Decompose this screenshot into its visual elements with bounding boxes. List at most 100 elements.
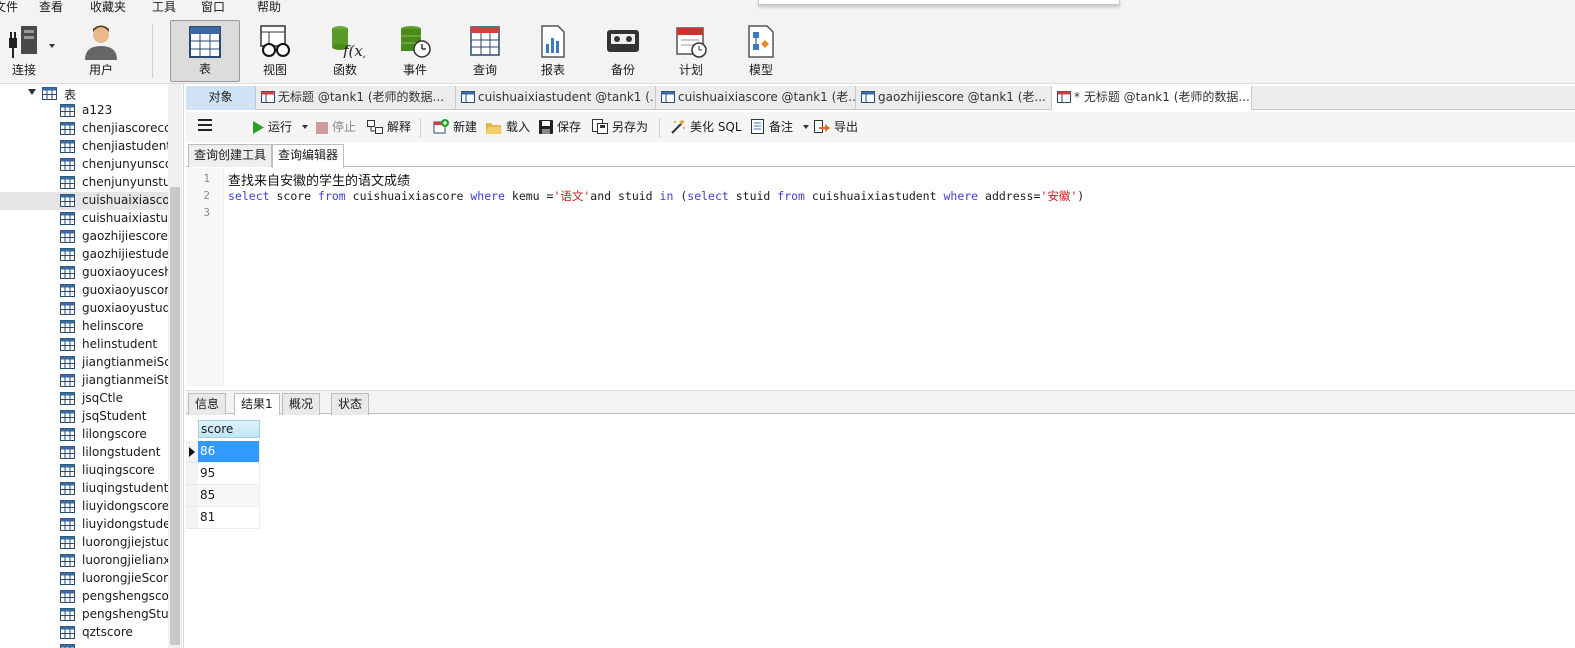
load-button[interactable]: 载入	[486, 119, 530, 137]
tab-untitled-1-label: 无标题 @tank1 (老师的数据...	[278, 90, 445, 104]
result-cell[interactable]: 95	[198, 463, 260, 485]
tree-item-table[interactable]: chenjunyunscor	[60, 156, 168, 174]
connect-button[interactable]: 连接	[0, 20, 62, 82]
row-indicator[interactable]	[186, 507, 198, 529]
tree-item-table[interactable]: liuqingscore	[60, 462, 168, 480]
tree-item-table[interactable]: lilongscore	[60, 426, 168, 444]
result-cell[interactable]: 85	[198, 485, 260, 507]
tree-item-table[interactable]: chenjiastudentc	[60, 138, 168, 156]
tree-item-table[interactable]: guoxiaoyustud	[60, 300, 168, 318]
table-icon	[60, 446, 75, 459]
menu-view[interactable]: 查看	[39, 0, 63, 15]
sql-keyword: where	[470, 189, 505, 203]
backup-button[interactable]: 备份	[588, 20, 658, 82]
tree-item-table[interactable]: luorongjielianx	[60, 552, 168, 570]
tree-item-table[interactable]: guoxiaoyuscor	[60, 282, 168, 300]
tree-item-table[interactable]: guoxiaoyucesh	[60, 264, 168, 282]
load-label: 载入	[506, 120, 531, 134]
tree-item-table[interactable]: lilongstudent	[60, 444, 168, 462]
tree-scrollbar[interactable]	[168, 84, 182, 648]
comment-dropdown-icon[interactable]	[802, 125, 809, 129]
tab-untitled-current[interactable]: * 无标题 @tank1 (老师的数据...	[1052, 86, 1252, 110]
tree-item-table[interactable]: jiangtianmeiSco	[60, 354, 168, 372]
schedule-button[interactable]: 计划	[656, 20, 726, 82]
tree-item-table[interactable]: chenjunyunstuc	[60, 174, 168, 192]
sql-editor[interactable]: 1 2 3 查找来自安徽的学生的语文成绩 select score from c…	[186, 168, 1575, 386]
tab-cuishuaixiascore[interactable]: cuishuaixiascore @tank1 (老...	[656, 86, 856, 110]
tree-item-table[interactable]: a123	[60, 102, 168, 120]
save-as-button[interactable]: 另存为	[592, 119, 648, 137]
tab-query-editor[interactable]: 查询编辑器	[272, 144, 345, 168]
tree-item-table[interactable]: cuishuaixiascor	[60, 192, 168, 210]
run-dropdown-icon[interactable]	[301, 125, 308, 129]
column-header-score[interactable]: score	[198, 420, 260, 438]
menu-file[interactable]: 文件	[0, 0, 18, 15]
menu-hamburger-button[interactable]	[198, 118, 214, 136]
row-indicator[interactable]	[186, 485, 198, 507]
menu-tools[interactable]: 工具	[152, 0, 176, 15]
tree-item-table[interactable]: ...	[60, 642, 168, 648]
menu-help[interactable]: 帮助	[257, 0, 281, 15]
row-indicator[interactable]	[186, 441, 198, 463]
tree-item-table[interactable]: gaozhijiestude	[60, 246, 168, 264]
event-label: 事件	[402, 63, 427, 77]
run-button[interactable]: 运行	[252, 119, 308, 137]
tree-item-table[interactable]: cuishuaixiastud	[60, 210, 168, 228]
result-cell[interactable]: 81	[198, 507, 260, 529]
save-button[interactable]: 保存	[539, 119, 581, 137]
row-indicator[interactable]	[186, 463, 198, 485]
explain-button[interactable]: 解释	[367, 119, 411, 137]
tree-item-table[interactable]: liuqingstudent	[60, 480, 168, 498]
tab-result1[interactable]: 结果1	[234, 393, 280, 416]
tree-item-table[interactable]: gaozhijiescore	[60, 228, 168, 246]
menu-favorites[interactable]: 收藏夹	[90, 0, 126, 15]
backup-tape-icon	[607, 30, 639, 52]
beautify-sql-button[interactable]: 美化 SQL	[670, 119, 742, 137]
tree-item-label: liuqingstudent	[82, 481, 168, 495]
table-icon	[60, 626, 75, 639]
tree-item-table[interactable]: jsqStudent	[60, 408, 168, 426]
tree-item-label: helinscore	[82, 319, 144, 333]
tab-untitled-1[interactable]: 无标题 @tank1 (老师的数据...	[256, 86, 456, 110]
menu-window[interactable]: 窗口	[201, 0, 225, 15]
tree-item-table[interactable]: pengshengStuc	[60, 606, 168, 624]
user-button[interactable]: 用户	[66, 20, 136, 82]
tree-scrollbar-thumb[interactable]	[170, 187, 180, 645]
table-icon	[60, 230, 75, 243]
tree-item-table[interactable]: liuyidongstude	[60, 516, 168, 534]
connect-label: 连接	[11, 63, 36, 77]
tree-item-table[interactable]: chenjiascorecc	[60, 120, 168, 138]
tab-gaozhijiescore[interactable]: gaozhijiescore @tank1 (老...	[856, 86, 1052, 110]
tree-item-table[interactable]: pengshengscor	[60, 588, 168, 606]
tree-item-table[interactable]: jsqCtle	[60, 390, 168, 408]
tree-item-table[interactable]: jiangtianmeiStu	[60, 372, 168, 390]
tab-status[interactable]: 状态	[331, 393, 370, 415]
stop-button[interactable]: 停止	[316, 119, 356, 137]
event-button[interactable]: 事件	[380, 20, 450, 82]
new-button[interactable]: 新建	[433, 119, 477, 137]
tree-item-table[interactable]: liuyidongscore	[60, 498, 168, 516]
tab-cuishuaixiastudent[interactable]: cuishuaixiastudent @tank1 (...	[456, 86, 656, 110]
tree-item-table[interactable]: qztscore	[60, 624, 168, 642]
tree-item-label: liuyidongscore	[82, 499, 168, 513]
table-button[interactable]: 表	[170, 20, 240, 82]
model-button[interactable]: 模型	[726, 20, 796, 82]
tree-item-label: chenjunyunstuc	[82, 175, 168, 189]
report-button[interactable]: 报表	[518, 20, 588, 82]
comment-button[interactable]: 备注	[751, 119, 809, 137]
export-button[interactable]: 导出	[814, 119, 858, 137]
tab-query-builder[interactable]: 查询创建工具	[188, 144, 273, 167]
function-button[interactable]: f(x) 函数	[310, 20, 380, 82]
query-button[interactable]: 查询	[450, 20, 520, 82]
tab-objects[interactable]: 对象	[186, 86, 256, 110]
tab-profile[interactable]: 概况	[282, 393, 321, 415]
result-cell[interactable]: 86	[198, 441, 260, 463]
tree-item-table[interactable]: luorongjiejstud	[60, 534, 168, 552]
tree-item-table[interactable]: luorongjieScor	[60, 570, 168, 588]
tab-info[interactable]: 信息	[188, 393, 227, 415]
collapse-triangle-icon[interactable]	[28, 89, 36, 95]
tree-item-table[interactable]: helinstudent	[60, 336, 168, 354]
view-button[interactable]: 视图	[240, 20, 310, 82]
object-tree: 表 a123 chenjiascorecc chenjiastudentc chenj…	[0, 84, 184, 648]
tree-item-table[interactable]: helinscore	[60, 318, 168, 336]
